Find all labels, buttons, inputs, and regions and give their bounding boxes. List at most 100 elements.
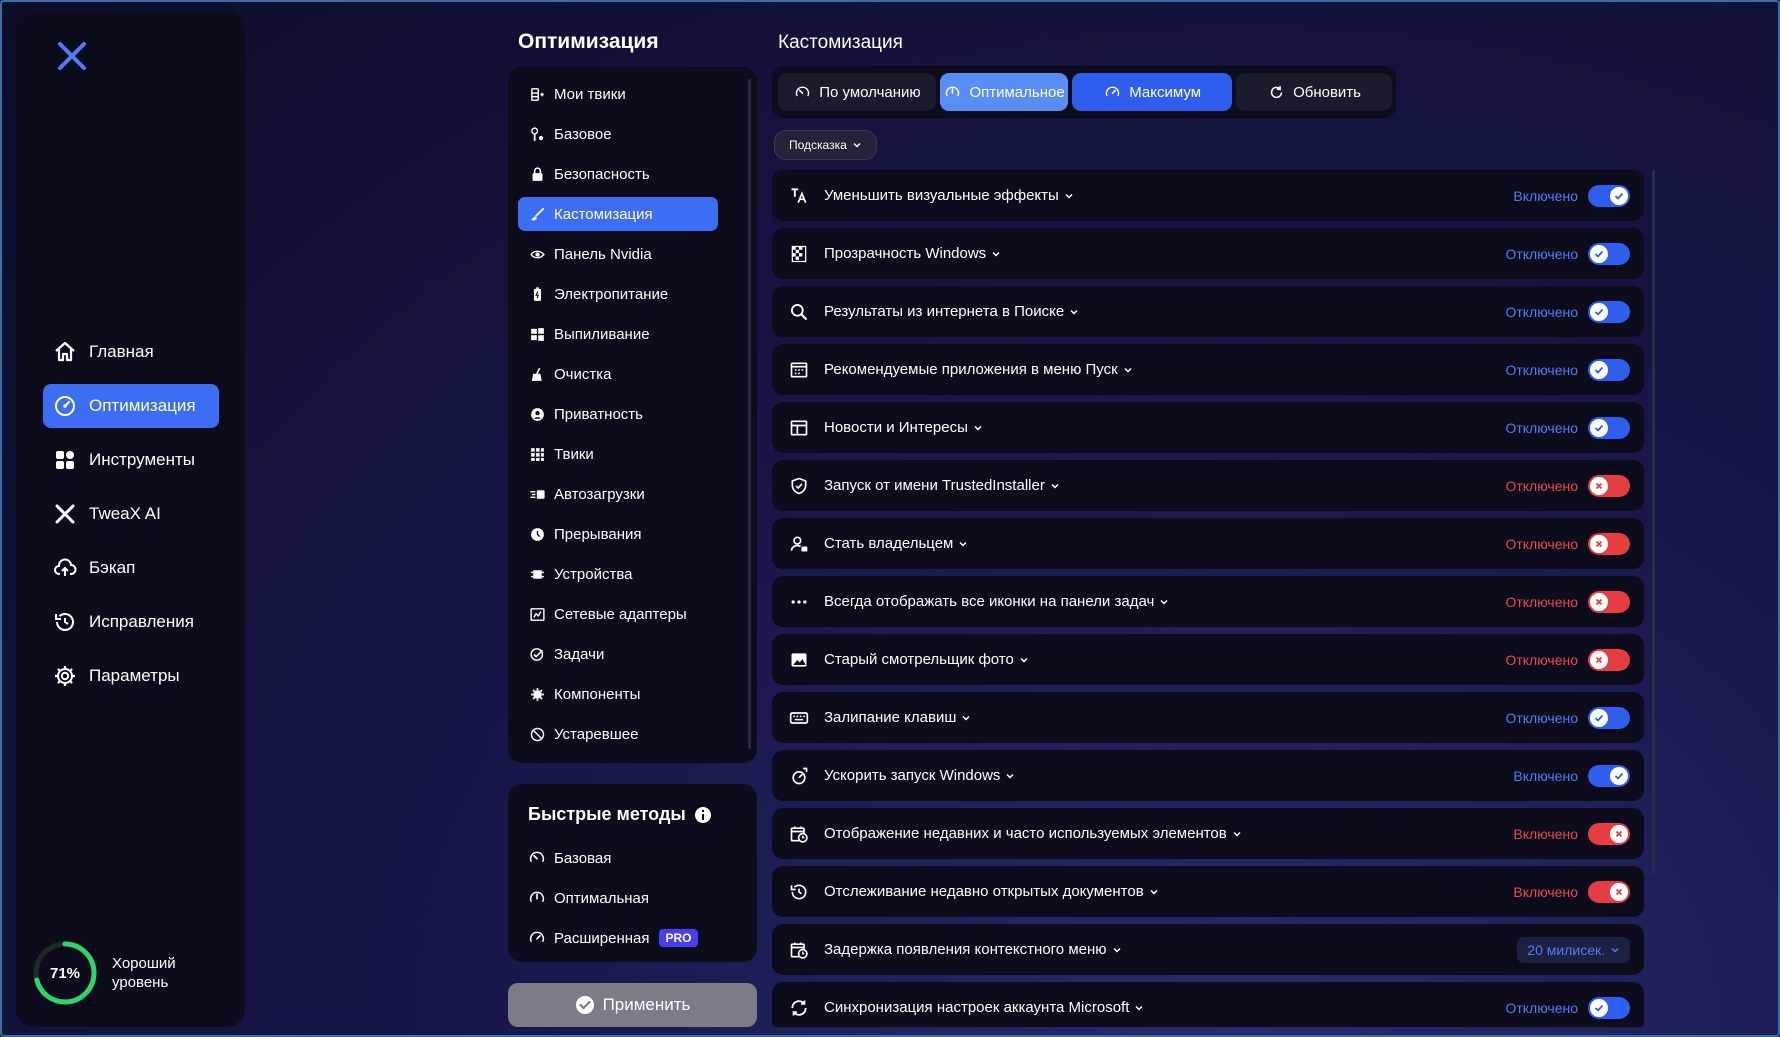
tweak-status: Включено — [1513, 883, 1578, 900]
tweak-label-dropdown[interactable]: Стать владельцем — [824, 535, 968, 552]
tweak-label-dropdown[interactable]: Отображение недавних и часто используемы… — [824, 825, 1242, 842]
category-item-4[interactable]: Панель Nvidia — [518, 237, 718, 271]
nav-item-0[interactable]: Главная — [43, 330, 219, 374]
tweak-label-dropdown[interactable]: Результаты из интернета в Поиске — [824, 303, 1079, 320]
main-nav: Главная Оптимизация Инструменты TweaX AI Бэк… — [43, 330, 219, 708]
category-item-13[interactable]: Сетевые адаптеры — [518, 597, 718, 631]
check-icon — [1614, 192, 1624, 200]
chevron-down-icon — [1611, 947, 1619, 953]
tweak-label-dropdown[interactable]: Прозрачность Windows — [824, 245, 1001, 262]
category-item-1[interactable]: Базовое — [518, 117, 718, 151]
tweak-label-dropdown[interactable]: Ускорить запуск Windows — [824, 767, 1015, 784]
preset-button-3[interactable]: Обновить — [1236, 73, 1392, 111]
startup-icon — [529, 489, 545, 499]
category-item-12[interactable]: Устройства — [518, 557, 718, 591]
gauge-icon — [55, 396, 75, 416]
tweak-toggle[interactable] — [1588, 996, 1630, 1019]
quick-method-0[interactable]: Базовая — [528, 838, 698, 878]
tweak-label-dropdown[interactable]: Уменьшить визуальные эффекты — [824, 187, 1074, 204]
tweak-label-dropdown[interactable]: Рекомендуемые приложения в меню Пуск — [824, 361, 1133, 378]
x-icon — [1595, 656, 1603, 663]
category-item-15[interactable]: Компоненты — [518, 677, 718, 711]
preset-icon-wrap — [1103, 83, 1121, 101]
tweak-label-dropdown[interactable]: Запуск от имени TrustedInstaller — [824, 477, 1060, 494]
tweak-status: Отключено — [1505, 245, 1578, 262]
category-item-2[interactable]: Безопасность — [518, 157, 718, 191]
category-scrollbar[interactable] — [748, 79, 751, 749]
category-label: Мои твики — [554, 85, 626, 103]
category-item-16[interactable]: Устаревшее — [518, 717, 718, 751]
category-icon-wrap — [528, 205, 546, 223]
tweak-toggle[interactable] — [1588, 300, 1630, 323]
nav-item-2[interactable]: Инструменты — [43, 438, 219, 482]
tweak-label-dropdown[interactable]: Всегда отображать все иконки на панели з… — [824, 593, 1169, 610]
nav-item-3[interactable]: TweaX AI — [43, 492, 219, 536]
tweak-toggle[interactable] — [1588, 416, 1630, 439]
chevron-down-icon — [1020, 657, 1028, 663]
quick-method-1[interactable]: Оптимальная — [528, 878, 698, 918]
apply-button[interactable]: Применить — [508, 983, 757, 1027]
category-item-5[interactable]: Электропитание — [518, 277, 718, 311]
news-icon — [790, 420, 808, 435]
tweak-toggle[interactable] — [1588, 532, 1630, 555]
speed-max-icon — [529, 931, 545, 943]
tweak-toggle[interactable] — [1588, 764, 1630, 787]
app-logo-icon[interactable] — [52, 36, 92, 76]
tweak-label: Отслеживание недавно открытых документов — [824, 883, 1144, 900]
category-label: Электропитание — [554, 285, 669, 303]
category-item-7[interactable]: Очистка — [518, 357, 718, 391]
chevron-down-icon — [1112, 947, 1121, 953]
chevron-down-icon — [1070, 309, 1078, 315]
category-item-11[interactable]: Прерывания — [518, 517, 718, 551]
tweak-label-dropdown[interactable]: Синхронизация настроек аккаунта Microsof… — [824, 999, 1144, 1016]
tweak-label-dropdown[interactable]: Старый смотрельщик фото — [824, 651, 1029, 668]
tweak-toggle[interactable] — [1588, 648, 1630, 671]
category-item-8[interactable]: Приватность — [518, 397, 718, 431]
tweak-toggle[interactable] — [1588, 358, 1630, 381]
category-item-14[interactable]: Задачи — [518, 637, 718, 671]
toggle-knob — [1590, 998, 1608, 1017]
preset-button-0[interactable]: По умолчанию — [778, 73, 936, 111]
tweak-status: Отключено — [1505, 477, 1578, 494]
tweak-toggle[interactable] — [1588, 880, 1630, 903]
category-label: Безопасность — [554, 165, 650, 183]
tweak-label-dropdown[interactable]: Отслеживание недавно открытых документов — [824, 883, 1159, 900]
category-item-6[interactable]: Выпиливание — [518, 317, 718, 351]
tweak-status: Отключено — [1505, 709, 1578, 726]
tweak-icon-wrap — [788, 707, 810, 729]
search-icon — [791, 303, 808, 320]
nav-item-5[interactable]: Исправления — [43, 600, 219, 644]
tweak-label-dropdown[interactable]: Новости и Интересы — [824, 419, 983, 436]
preset-button-1[interactable]: Оптимальное — [939, 73, 1069, 111]
preset-icon-wrap — [793, 83, 811, 101]
nav-item-1[interactable]: Оптимизация — [43, 384, 219, 428]
tweak-toggle[interactable] — [1588, 474, 1630, 497]
category-item-9[interactable]: Твики — [518, 437, 718, 471]
tweak-status: Отключено — [1505, 999, 1578, 1016]
tweak-toggle[interactable] — [1588, 184, 1630, 207]
tweak-toggle[interactable] — [1588, 590, 1630, 613]
category-item-10[interactable]: Автозагрузки — [518, 477, 718, 511]
preset-bar: По умолчанию Оптимальное Максимум Обновить — [772, 66, 1396, 118]
category-label: Прерывания — [554, 525, 642, 543]
category-item-0[interactable]: Мои твики — [518, 77, 718, 111]
tweak-toggle[interactable] — [1588, 706, 1630, 729]
nav-item-4[interactable]: Бэкап — [43, 546, 219, 590]
info-icon[interactable] — [694, 806, 712, 824]
tweak-list-scrollbar[interactable] — [1652, 170, 1655, 874]
delay-select[interactable]: 20 милисек. — [1517, 936, 1630, 963]
category-item-3[interactable]: Кастомизация — [518, 197, 718, 231]
tweak-label-dropdown[interactable]: Задержка появления контекстного меню — [824, 941, 1122, 958]
category-label: Автозагрузки — [554, 485, 645, 503]
quick-method-2[interactable]: Расширенная PRO — [528, 918, 698, 958]
toggle-knob — [1590, 476, 1608, 495]
hint-dropdown[interactable]: Подсказка — [774, 130, 877, 160]
tweak-toggle[interactable] — [1588, 242, 1630, 265]
tweak-toggle[interactable] — [1588, 822, 1630, 845]
puzzle-icon — [530, 687, 544, 701]
quick-method-label: Оптимальная — [554, 889, 650, 907]
nav-item-6[interactable]: Параметры — [43, 654, 219, 698]
preset-button-2[interactable]: Максимум — [1072, 73, 1233, 111]
tweak-label-dropdown[interactable]: Залипание клавиш — [824, 709, 971, 726]
health-label: Хороший уровень — [112, 955, 176, 991]
